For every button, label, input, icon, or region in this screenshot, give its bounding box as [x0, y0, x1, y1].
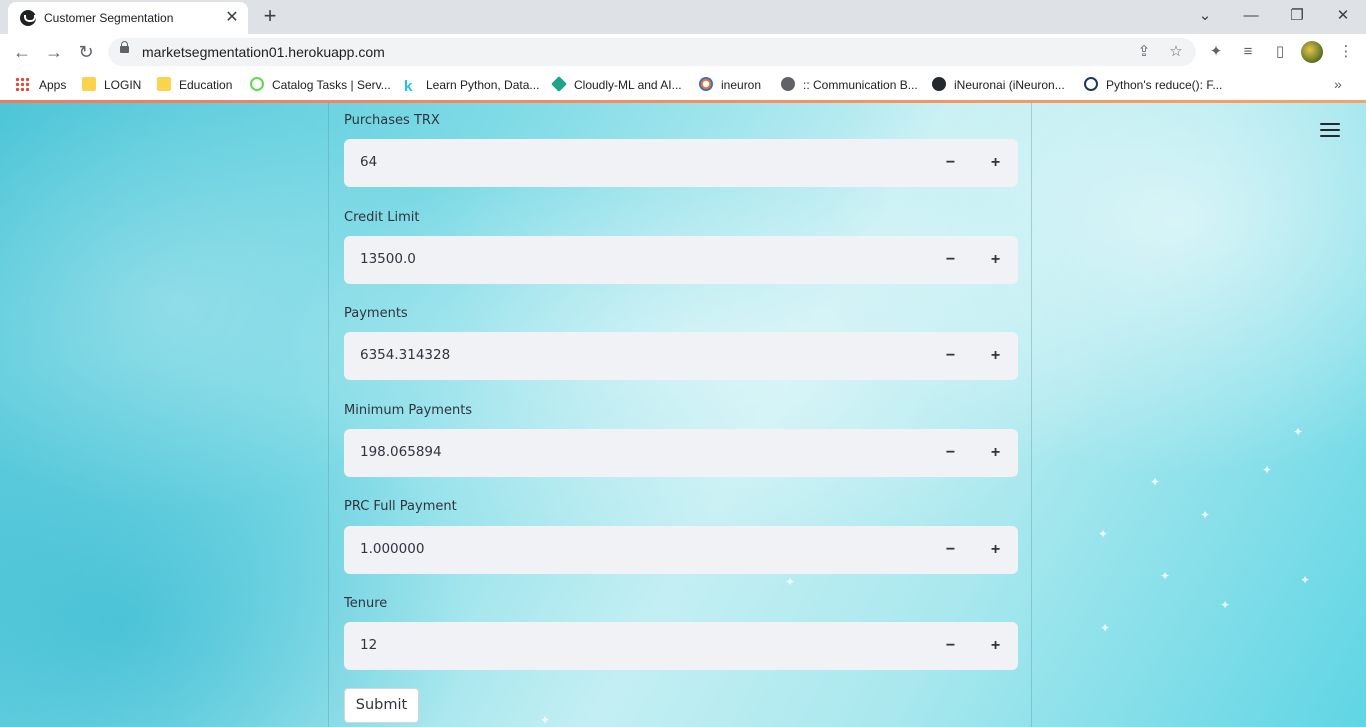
decrement-button[interactable]: − — [928, 622, 973, 670]
folder-icon — [82, 77, 96, 91]
increment-button[interactable]: + — [973, 236, 1018, 284]
bird-decoration: ✦ — [1200, 508, 1211, 522]
back-icon[interactable]: ← — [10, 40, 34, 64]
increment-button[interactable]: + — [973, 429, 1018, 477]
more-bookmarks-icon[interactable]: » — [1334, 76, 1342, 92]
bookmark-ineuronai-github[interactable]: iNeuronai (iNeuron... — [932, 76, 1065, 94]
kaggle-icon: k — [404, 78, 413, 95]
input-value[interactable]: 198.065894 — [360, 444, 442, 460]
payments-label: Payments — [344, 306, 408, 321]
globe-icon — [781, 77, 795, 91]
servicenow-icon — [250, 77, 264, 91]
profile-avatar[interactable] — [1301, 41, 1323, 63]
new-tab-button[interactable]: + — [258, 4, 282, 28]
increment-button[interactable]: + — [973, 526, 1018, 574]
side-panel-icon[interactable]: ▯ — [1268, 40, 1292, 64]
github-icon — [932, 77, 946, 91]
minimum-payments-input[interactable]: 198.065894 − + — [344, 429, 1018, 477]
increment-button[interactable]: + — [973, 332, 1018, 380]
bird-decoration: ✦ — [1220, 598, 1231, 612]
bird-decoration: ✦ — [1098, 527, 1109, 541]
bird-decoration: ✦ — [1100, 621, 1111, 635]
ineuron-icon — [699, 77, 713, 91]
bird-decoration: ✦ — [1262, 463, 1273, 477]
purchases-trx-input[interactable]: 64 − + — [344, 139, 1018, 187]
minimum-payments-label: Minimum Payments — [344, 403, 473, 418]
browser-tab[interactable]: Customer Segmentation ✕ — [8, 2, 248, 34]
prc-full-payment-label: PRC Full Payment — [344, 499, 457, 514]
bookmark-cloudly[interactable]: Cloudly-ML and AI... — [551, 76, 682, 94]
decrement-button[interactable]: − — [928, 429, 973, 477]
tenure-input[interactable]: 12 − + — [344, 622, 1018, 670]
minimize-button[interactable]: — — [1239, 4, 1263, 28]
apps-grid-icon — [15, 77, 29, 91]
url-text[interactable]: marketsegmentation01.herokuapp.com — [142, 44, 385, 60]
prc-full-payment-input[interactable]: 1.000000 − + — [344, 526, 1018, 574]
bird-decoration: ✦ — [1160, 569, 1171, 583]
decrement-button[interactable]: − — [928, 332, 973, 380]
decrement-button[interactable]: − — [928, 526, 973, 574]
bird-decoration: ✦ — [1150, 475, 1161, 489]
forward-icon[interactable]: → — [42, 40, 66, 64]
increment-button[interactable]: + — [973, 622, 1018, 670]
bookmark-apps[interactable]: Apps — [15, 76, 66, 94]
bookmark-catalog-tasks[interactable]: Catalog Tasks | Serv... — [250, 76, 391, 94]
bookmark-ineuron[interactable]: ineuron — [699, 76, 761, 94]
extensions-icon[interactable]: ✦ — [1204, 40, 1228, 64]
bookmark-education[interactable]: Education — [157, 76, 232, 94]
decrement-button[interactable]: − — [928, 139, 973, 187]
bookmark-login[interactable]: LOGIN — [82, 76, 141, 94]
decrement-button[interactable]: − — [928, 236, 973, 284]
credit-limit-label: Credit Limit — [344, 210, 420, 225]
credit-limit-input[interactable]: 13500.0 − + — [344, 236, 1018, 284]
bookmark-communication[interactable]: :: Communication B... — [781, 76, 918, 94]
submit-button[interactable]: Submit — [344, 688, 419, 723]
address-bar[interactable]: marketsegmentation01.herokuapp.com ⇪ ☆ — [108, 38, 1196, 66]
folder-icon — [157, 77, 171, 91]
input-value[interactable]: 12 — [360, 637, 377, 653]
close-tab-icon[interactable]: ✕ — [222, 8, 242, 28]
menu-kebab-icon[interactable]: ⋮ — [1334, 40, 1358, 64]
input-value[interactable]: 64 — [360, 154, 377, 170]
lock-icon — [120, 41, 129, 53]
increment-button[interactable]: + — [973, 139, 1018, 187]
streamlit-favicon-icon — [20, 10, 36, 26]
cloudly-icon — [551, 76, 567, 92]
reload-icon[interactable]: ↻ — [74, 40, 98, 64]
bird-decoration: ✦ — [1300, 573, 1311, 587]
share-icon[interactable]: ⇪ — [1134, 42, 1154, 62]
tab-search-icon[interactable]: ⌄ — [1193, 4, 1217, 28]
bookmarks-bar: Apps LOGIN Education Catalog Tasks | Ser… — [0, 70, 1366, 100]
payments-input[interactable]: 6354.314328 − + — [344, 332, 1018, 380]
tenure-label: Tenure — [344, 596, 388, 611]
python-icon — [1084, 77, 1098, 91]
tab-strip: Customer Segmentation ✕ + ⌄ — ❐ ✕ — [0, 0, 1366, 34]
input-value[interactable]: 6354.314328 — [360, 347, 450, 363]
input-value[interactable]: 13500.0 — [360, 251, 416, 267]
media-control-icon[interactable]: ≡ — [1236, 40, 1260, 64]
bookmark-python-reduce[interactable]: Python's reduce(): F... — [1084, 76, 1222, 94]
bookmark-star-icon[interactable]: ☆ — [1166, 42, 1186, 62]
close-window-button[interactable]: ✕ — [1331, 4, 1355, 28]
bird-decoration: ✦ — [1293, 425, 1304, 439]
tab-title: Customer Segmentation — [44, 11, 174, 25]
browser-toolbar: ← → ↻ marketsegmentation01.herokuapp.com… — [0, 34, 1366, 70]
bookmark-learn-python[interactable]: k Learn Python, Data... — [404, 76, 539, 94]
restore-button[interactable]: ❐ — [1285, 4, 1309, 28]
hamburger-menu-icon[interactable] — [1320, 123, 1340, 139]
purchases-trx-label: Purchases TRX — [344, 113, 440, 128]
input-value[interactable]: 1.000000 — [360, 541, 424, 557]
